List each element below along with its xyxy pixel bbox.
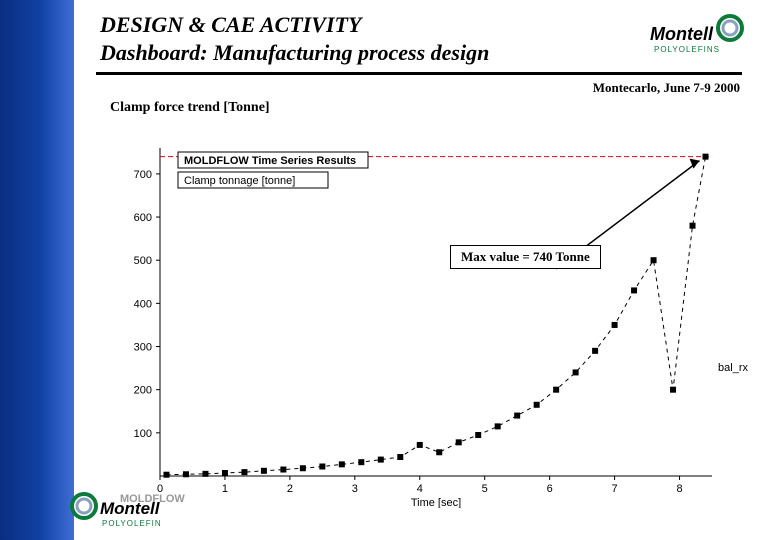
data-marker [339, 461, 345, 467]
page-title-line2: Dashboard: Manufacturing process design [100, 40, 740, 66]
data-marker [358, 459, 364, 465]
y-tick-label: 400 [134, 298, 152, 310]
x-tick-label: 6 [547, 483, 553, 495]
legend-series-label: bal_rx [718, 362, 748, 374]
data-marker [319, 464, 325, 470]
y-tick-label: 600 [134, 212, 152, 224]
header-rule [96, 72, 742, 75]
y-tick-label: 700 [134, 169, 152, 181]
brand-name: Montell [650, 24, 714, 44]
data-marker [417, 442, 423, 448]
y-tick-label: 500 [134, 255, 152, 267]
x-tick-label: 4 [417, 483, 423, 495]
data-marker [612, 322, 618, 328]
swirl-icon [72, 494, 96, 518]
data-marker [514, 413, 520, 419]
data-marker [631, 287, 637, 293]
chart-inner-title: MOLDFLOW Time Series Results [184, 155, 356, 167]
data-marker [183, 471, 189, 477]
data-marker [300, 465, 306, 471]
data-marker [670, 387, 676, 393]
series-line [166, 157, 705, 475]
x-tick-label: 1 [222, 483, 228, 495]
event-label: Montecarlo, June 7-9 2000 [593, 80, 740, 96]
data-marker [475, 432, 481, 438]
data-marker [553, 387, 559, 393]
data-marker [163, 472, 169, 478]
y-tick-label: 300 [134, 342, 152, 354]
data-marker [378, 457, 384, 463]
data-marker [592, 348, 598, 354]
data-marker [651, 257, 657, 263]
x-tick-label: 5 [482, 483, 488, 495]
brand-name: Montell [100, 499, 160, 518]
y-tick-label: 100 [134, 428, 152, 440]
annotation-max-value: Max value = 740 Tonne [450, 245, 601, 269]
chart-plot: 100200300400500600700012345678MOLDFLOW T… [126, 140, 752, 508]
x-tick-label: 7 [612, 483, 618, 495]
x-tick-label: 2 [287, 483, 293, 495]
data-marker [241, 469, 247, 475]
brand-sub: POLYOLEFINS [654, 45, 720, 54]
brand-sub: POLYOLEFINS [102, 519, 160, 528]
data-marker [436, 449, 442, 455]
x-tick-label: 8 [676, 483, 682, 495]
y-tick-label: 200 [134, 385, 152, 397]
header: DESIGN & CAE ACTIVITY Dashboard: Manufac… [100, 12, 740, 66]
data-marker [703, 154, 709, 160]
brand-logo-bottom: Montell POLYOLEFINS [70, 492, 160, 534]
swirl-icon [718, 16, 742, 40]
page-title-line1: DESIGN & CAE ACTIVITY [100, 12, 740, 38]
data-marker [534, 402, 540, 408]
data-marker [202, 471, 208, 477]
x-axis-label: Time [sec] [411, 497, 461, 508]
data-marker [456, 439, 462, 445]
x-tick-label: 3 [352, 483, 358, 495]
data-marker [280, 467, 286, 473]
slide-root: { "header": { "title1": "DESIGN & CAE AC… [0, 0, 780, 540]
data-marker [397, 454, 403, 460]
data-marker [573, 369, 579, 375]
brand-logo-top: Montell POLYOLEFINS [650, 14, 748, 56]
side-accent-bar [0, 0, 74, 540]
data-marker [261, 468, 267, 474]
data-marker [222, 470, 228, 476]
chart-section-title: Clamp force trend [Tonne] [110, 100, 270, 116]
data-marker [495, 423, 501, 429]
chart-inner-subtitle: Clamp tonnage [tonne] [184, 175, 295, 187]
data-marker [690, 223, 696, 229]
